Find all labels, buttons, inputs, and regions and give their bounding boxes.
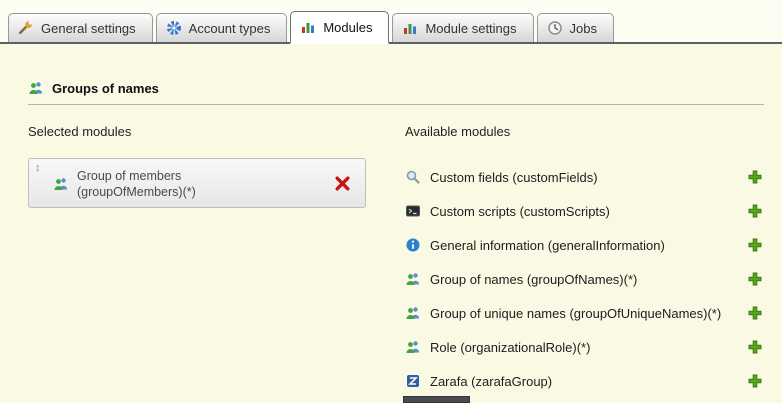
list-item: Zarafa (zarafaGroup) (405, 364, 763, 398)
list-item: General information (generalInformation) (405, 228, 763, 262)
module-label: Custom scripts (customScripts) (430, 204, 610, 219)
plus-icon[interactable] (747, 339, 763, 355)
list-item: Custom scripts (customScripts) (405, 194, 763, 228)
list-item: Role (organizationalRole)(*) (405, 330, 763, 364)
module-label: Custom fields (customFields) (430, 170, 598, 185)
tab-strip: General settings Account types Modules M… (0, 0, 782, 44)
tab-module-settings[interactable]: Module settings (392, 13, 533, 42)
tab-account-types[interactable]: Account types (156, 13, 288, 42)
module-label: General information (generalInformation) (430, 238, 665, 253)
tab-label: Module settings (425, 21, 516, 36)
plus-icon[interactable] (747, 271, 763, 287)
tab-jobs[interactable]: Jobs (537, 13, 614, 42)
group-icon (53, 176, 69, 192)
available-modules-list: Custom fields (customFields) Custom scri… (405, 160, 763, 398)
chart-icon (402, 20, 418, 36)
module-label: Role (organizationalRole)(*) (430, 340, 590, 355)
tab-modules[interactable]: Modules (290, 11, 389, 44)
available-modules-heading: Available modules (405, 124, 510, 139)
plus-icon[interactable] (747, 373, 763, 389)
tab-label: General settings (41, 21, 136, 36)
selected-modules-heading: Selected modules (28, 124, 131, 139)
selected-module-item: ↕ Group of members (groupOfMembers)(*) (28, 158, 366, 208)
gear-icon (166, 20, 182, 36)
group-icon (405, 305, 421, 321)
group-icon (405, 271, 421, 287)
partial-element (403, 396, 470, 403)
tab-general-settings[interactable]: General settings (8, 13, 153, 42)
tab-label: Jobs (570, 21, 597, 36)
section-title: Groups of names (52, 81, 159, 96)
chart-icon (300, 19, 316, 35)
tab-label: Modules (323, 20, 372, 35)
tab-bar: General settings Account types Modules M… (8, 11, 614, 42)
selected-module-label: Group of members (groupOfMembers)(*) (77, 168, 196, 200)
plus-icon[interactable] (747, 169, 763, 185)
plus-icon[interactable] (747, 237, 763, 253)
wrench-icon (18, 20, 34, 36)
module-label: Group of names (groupOfNames)(*) (430, 272, 637, 287)
section-divider (28, 104, 764, 105)
module-label: Group of unique names (groupOfUniqueName… (430, 306, 721, 321)
module-label: Zarafa (zarafaGroup) (430, 374, 552, 389)
group-icon (405, 339, 421, 355)
selected-module-name: Group of members (77, 168, 196, 184)
plus-icon[interactable] (747, 203, 763, 219)
group-icon (28, 80, 44, 96)
tab-label: Account types (189, 21, 271, 36)
info-icon (405, 237, 421, 253)
clock-icon (547, 20, 563, 36)
selected-module-id: (groupOfMembers)(*) (77, 184, 196, 200)
delete-icon[interactable] (334, 175, 351, 192)
section-header: Groups of names (28, 80, 159, 96)
list-item: Group of names (groupOfNames)(*) (405, 262, 763, 296)
zarafa-icon (405, 373, 421, 389)
plus-icon[interactable] (747, 305, 763, 321)
drag-handle-icon[interactable]: ↕ (35, 161, 41, 175)
script-icon (405, 203, 421, 219)
list-item: Custom fields (customFields) (405, 160, 763, 194)
list-item: Group of unique names (groupOfUniqueName… (405, 296, 763, 330)
magnifier-icon (405, 169, 421, 185)
